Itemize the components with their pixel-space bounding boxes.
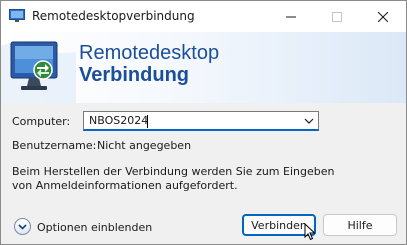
computer-combobox[interactable]: NBOS2024 [83, 111, 319, 131]
app-icon [9, 9, 25, 22]
title-bar[interactable]: Remotedesktopverbindung [1, 1, 406, 32]
computer-input[interactable]: NBOS2024 [89, 114, 148, 127]
mouse-pointer-icon [304, 223, 316, 241]
maximize-icon [332, 11, 342, 22]
banner-title-line1: Remotedesktop [79, 42, 220, 64]
show-options-button[interactable] [14, 218, 31, 235]
close-icon [378, 11, 388, 22]
info-text-line2: von Anmeldeinformationen aufgefordert. [12, 179, 238, 192]
header-banner: Remotedesktop Verbindung [1, 32, 406, 103]
minimize-icon [286, 16, 296, 17]
window-title: Remotedesktopverbindung [32, 9, 195, 23]
banner-title-line2: Verbindung [79, 64, 189, 86]
minimize-button[interactable] [268, 1, 314, 32]
username-value: Nicht angegeben [97, 139, 192, 152]
show-options-label[interactable]: Optionen einblenden [37, 221, 152, 234]
close-button[interactable] [360, 1, 406, 32]
rdp-window: Remotedesktopverbindung Remotedesktop Ve… [0, 0, 407, 245]
info-text-line1: Beim Herstellen der Verbindung werden Si… [12, 165, 335, 178]
help-button[interactable]: Hilfe [323, 214, 397, 236]
maximize-button[interactable] [314, 1, 360, 32]
computer-label: Computer: [12, 115, 71, 128]
text-caret [147, 115, 148, 128]
monitor-connection-icon [1, 41, 76, 103]
help-button-label: Hilfe [347, 218, 373, 232]
chevron-down-icon[interactable] [304, 116, 314, 126]
connect-button-label: Verbinden [251, 218, 307, 232]
chevron-down-icon [18, 224, 27, 230]
username-label: Benutzername: [12, 139, 97, 152]
